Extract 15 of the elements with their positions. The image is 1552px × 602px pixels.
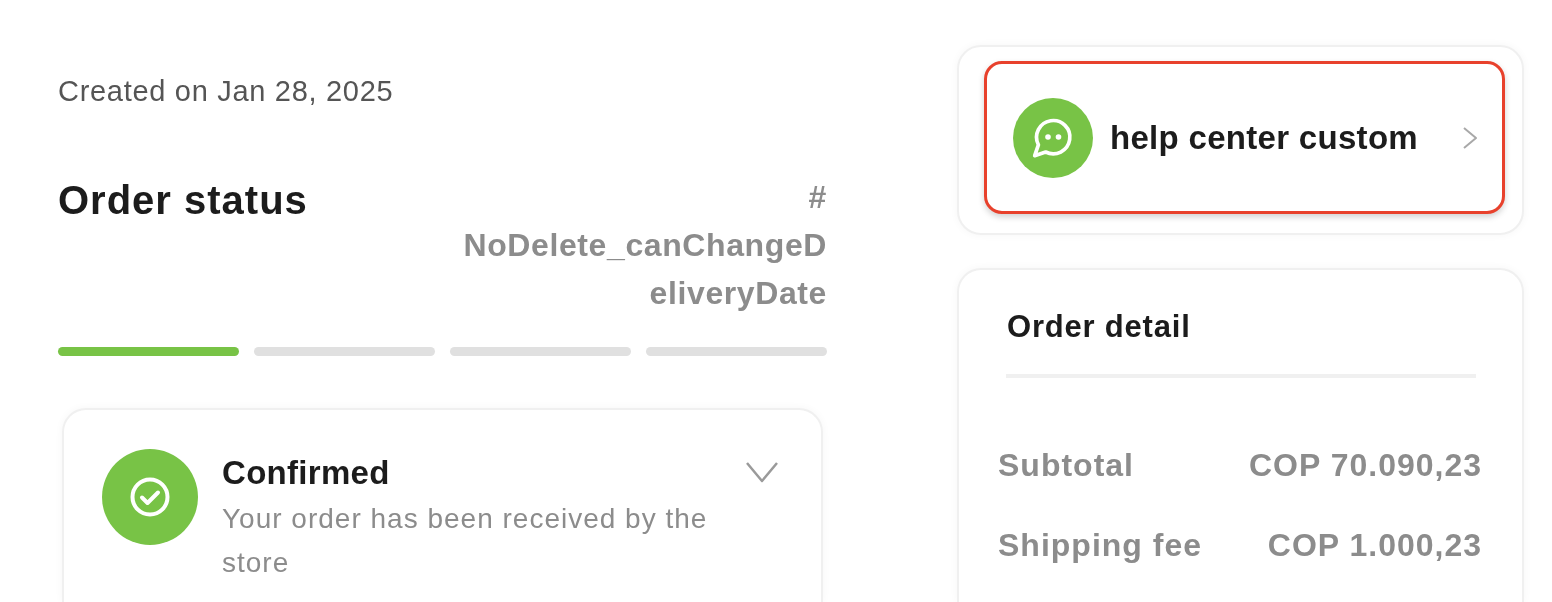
order-detail-title: Order detail xyxy=(1007,308,1192,346)
detail-label: Subtotal xyxy=(998,446,1134,485)
help-center-button[interactable]: help center custom xyxy=(984,61,1505,214)
detail-label: Shipping fee xyxy=(998,526,1202,565)
detail-value: COP 70.090,23 xyxy=(1249,446,1482,485)
order-status-title: Order status xyxy=(58,177,308,224)
order-number: # NoDelete_canChangeDeliveryDate xyxy=(462,178,827,313)
chevron-right-icon xyxy=(1462,125,1478,150)
chevron-down-icon[interactable] xyxy=(745,461,779,483)
detail-value: COP 1.000,23 xyxy=(1267,526,1482,565)
chat-bubble-icon xyxy=(1013,97,1093,178)
status-title: Confirmed xyxy=(222,453,391,493)
check-circle-icon xyxy=(102,449,198,545)
created-date: Created on Jan 28, 2025 xyxy=(58,74,395,109)
status-description: Your order has been received by the store xyxy=(222,502,709,580)
